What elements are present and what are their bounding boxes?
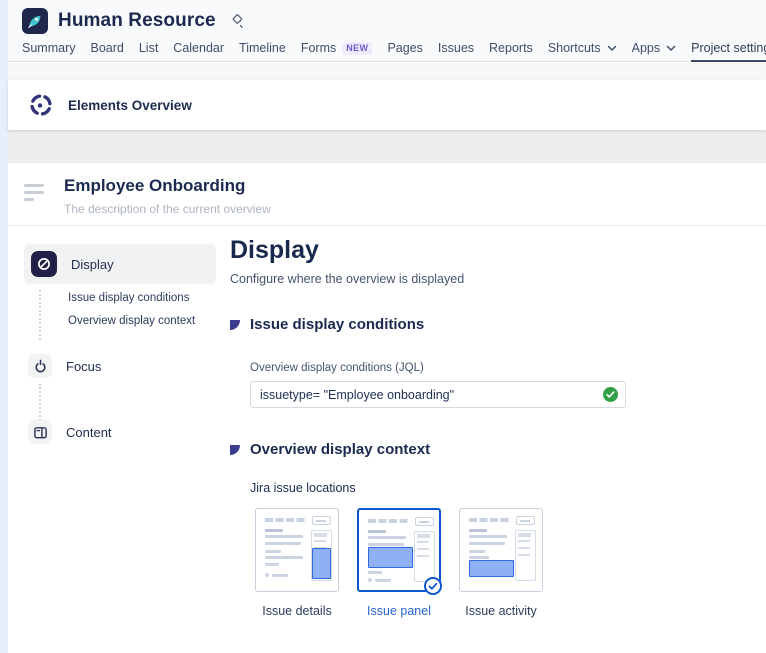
section-bullet-icon	[230, 320, 240, 330]
rocket-icon	[26, 12, 44, 30]
elements-overview-icon	[28, 92, 54, 118]
sidebar-subitem-issue-display-conditions[interactable]: Issue display conditions	[68, 292, 189, 304]
overview-title: Employee Onboarding	[64, 176, 245, 196]
tab-shortcuts[interactable]: Shortcuts	[548, 41, 617, 62]
sidebar-item-label: Display	[71, 257, 114, 272]
sidebar-subitem-overview-display-context[interactable]: Overview display context	[68, 315, 195, 327]
gray-band	[8, 130, 766, 163]
overview-description: The description of the current overview	[64, 202, 271, 216]
tab-project-settings[interactable]: Project settings	[691, 41, 766, 62]
issue-details-thumbnail	[255, 508, 339, 592]
sidebar-rail	[39, 290, 41, 340]
issue-panel-thumbnail	[357, 508, 441, 592]
tab-reports[interactable]: Reports	[489, 41, 533, 62]
tab-board[interactable]: Board	[90, 41, 123, 62]
location-label: Issue panel	[367, 604, 431, 618]
sidebar-rail	[39, 384, 41, 424]
header-spacer-band	[8, 63, 766, 80]
sidebar-item-content[interactable]: Content	[28, 420, 112, 444]
app-bar: Elements Overview	[8, 80, 766, 130]
content-icon	[28, 420, 52, 444]
tab-summary[interactable]: Summary	[22, 41, 75, 62]
project-avatar	[22, 8, 48, 34]
jql-field	[250, 381, 626, 408]
jql-input[interactable]	[250, 381, 626, 408]
issue-activity-thumbnail	[459, 508, 543, 592]
location-label: Issue details	[262, 604, 331, 618]
page-subtitle: Configure where the overview is displaye…	[230, 272, 464, 286]
tab-pages[interactable]: Pages	[387, 41, 422, 62]
selected-check-icon	[424, 577, 442, 595]
new-badge: NEW	[342, 42, 372, 55]
location-option-issue-activity[interactable]: Issue activity	[459, 508, 543, 618]
display-icon	[31, 251, 57, 277]
location-cards: Issue details Issue panel	[255, 508, 543, 618]
project-nav: Summary Board List Calendar Timeline For…	[22, 41, 766, 62]
jira-issue-locations-label: Jira issue locations	[250, 481, 356, 495]
focus-icon	[28, 354, 52, 378]
sidebar-item-focus[interactable]: Focus	[28, 354, 101, 378]
sidebar-item-label: Focus	[66, 359, 101, 374]
location-option-issue-details[interactable]: Issue details	[255, 508, 339, 618]
tab-forms[interactable]: Forms NEW	[301, 41, 373, 62]
jql-field-label: Overview display conditions (JQL)	[250, 362, 424, 374]
sidebar-item-display[interactable]: Display	[24, 244, 216, 284]
section-issue-display-conditions: Issue display conditions	[230, 316, 424, 333]
tab-timeline[interactable]: Timeline	[239, 41, 286, 62]
drag-handle-icon	[24, 184, 44, 205]
tab-apps[interactable]: Apps	[632, 41, 677, 62]
chevron-down-icon	[666, 45, 676, 52]
edit-project-icon[interactable]	[230, 14, 244, 29]
sidebar-item-label: Content	[66, 425, 112, 440]
overview-header: Employee Onboarding The description of t…	[8, 163, 766, 226]
location-option-issue-panel[interactable]: Issue panel	[357, 508, 441, 618]
left-gutter	[0, 0, 8, 653]
location-label: Issue activity	[465, 604, 537, 618]
chevron-down-icon	[607, 45, 617, 52]
page-title: Display	[230, 236, 319, 265]
settings-content: Display Issue display conditions Overvie…	[8, 226, 766, 653]
app-bar-title: Elements Overview	[68, 98, 192, 113]
tab-list[interactable]: List	[139, 41, 158, 62]
project-title: Human Resource	[58, 10, 216, 32]
tab-issues[interactable]: Issues	[438, 41, 474, 62]
project-header: Human Resource Summary Board List Calend…	[8, 0, 766, 62]
tab-calendar[interactable]: Calendar	[173, 41, 224, 62]
section-overview-display-context: Overview display context	[230, 441, 430, 458]
section-bullet-icon	[230, 445, 240, 455]
valid-check-icon	[603, 387, 618, 402]
